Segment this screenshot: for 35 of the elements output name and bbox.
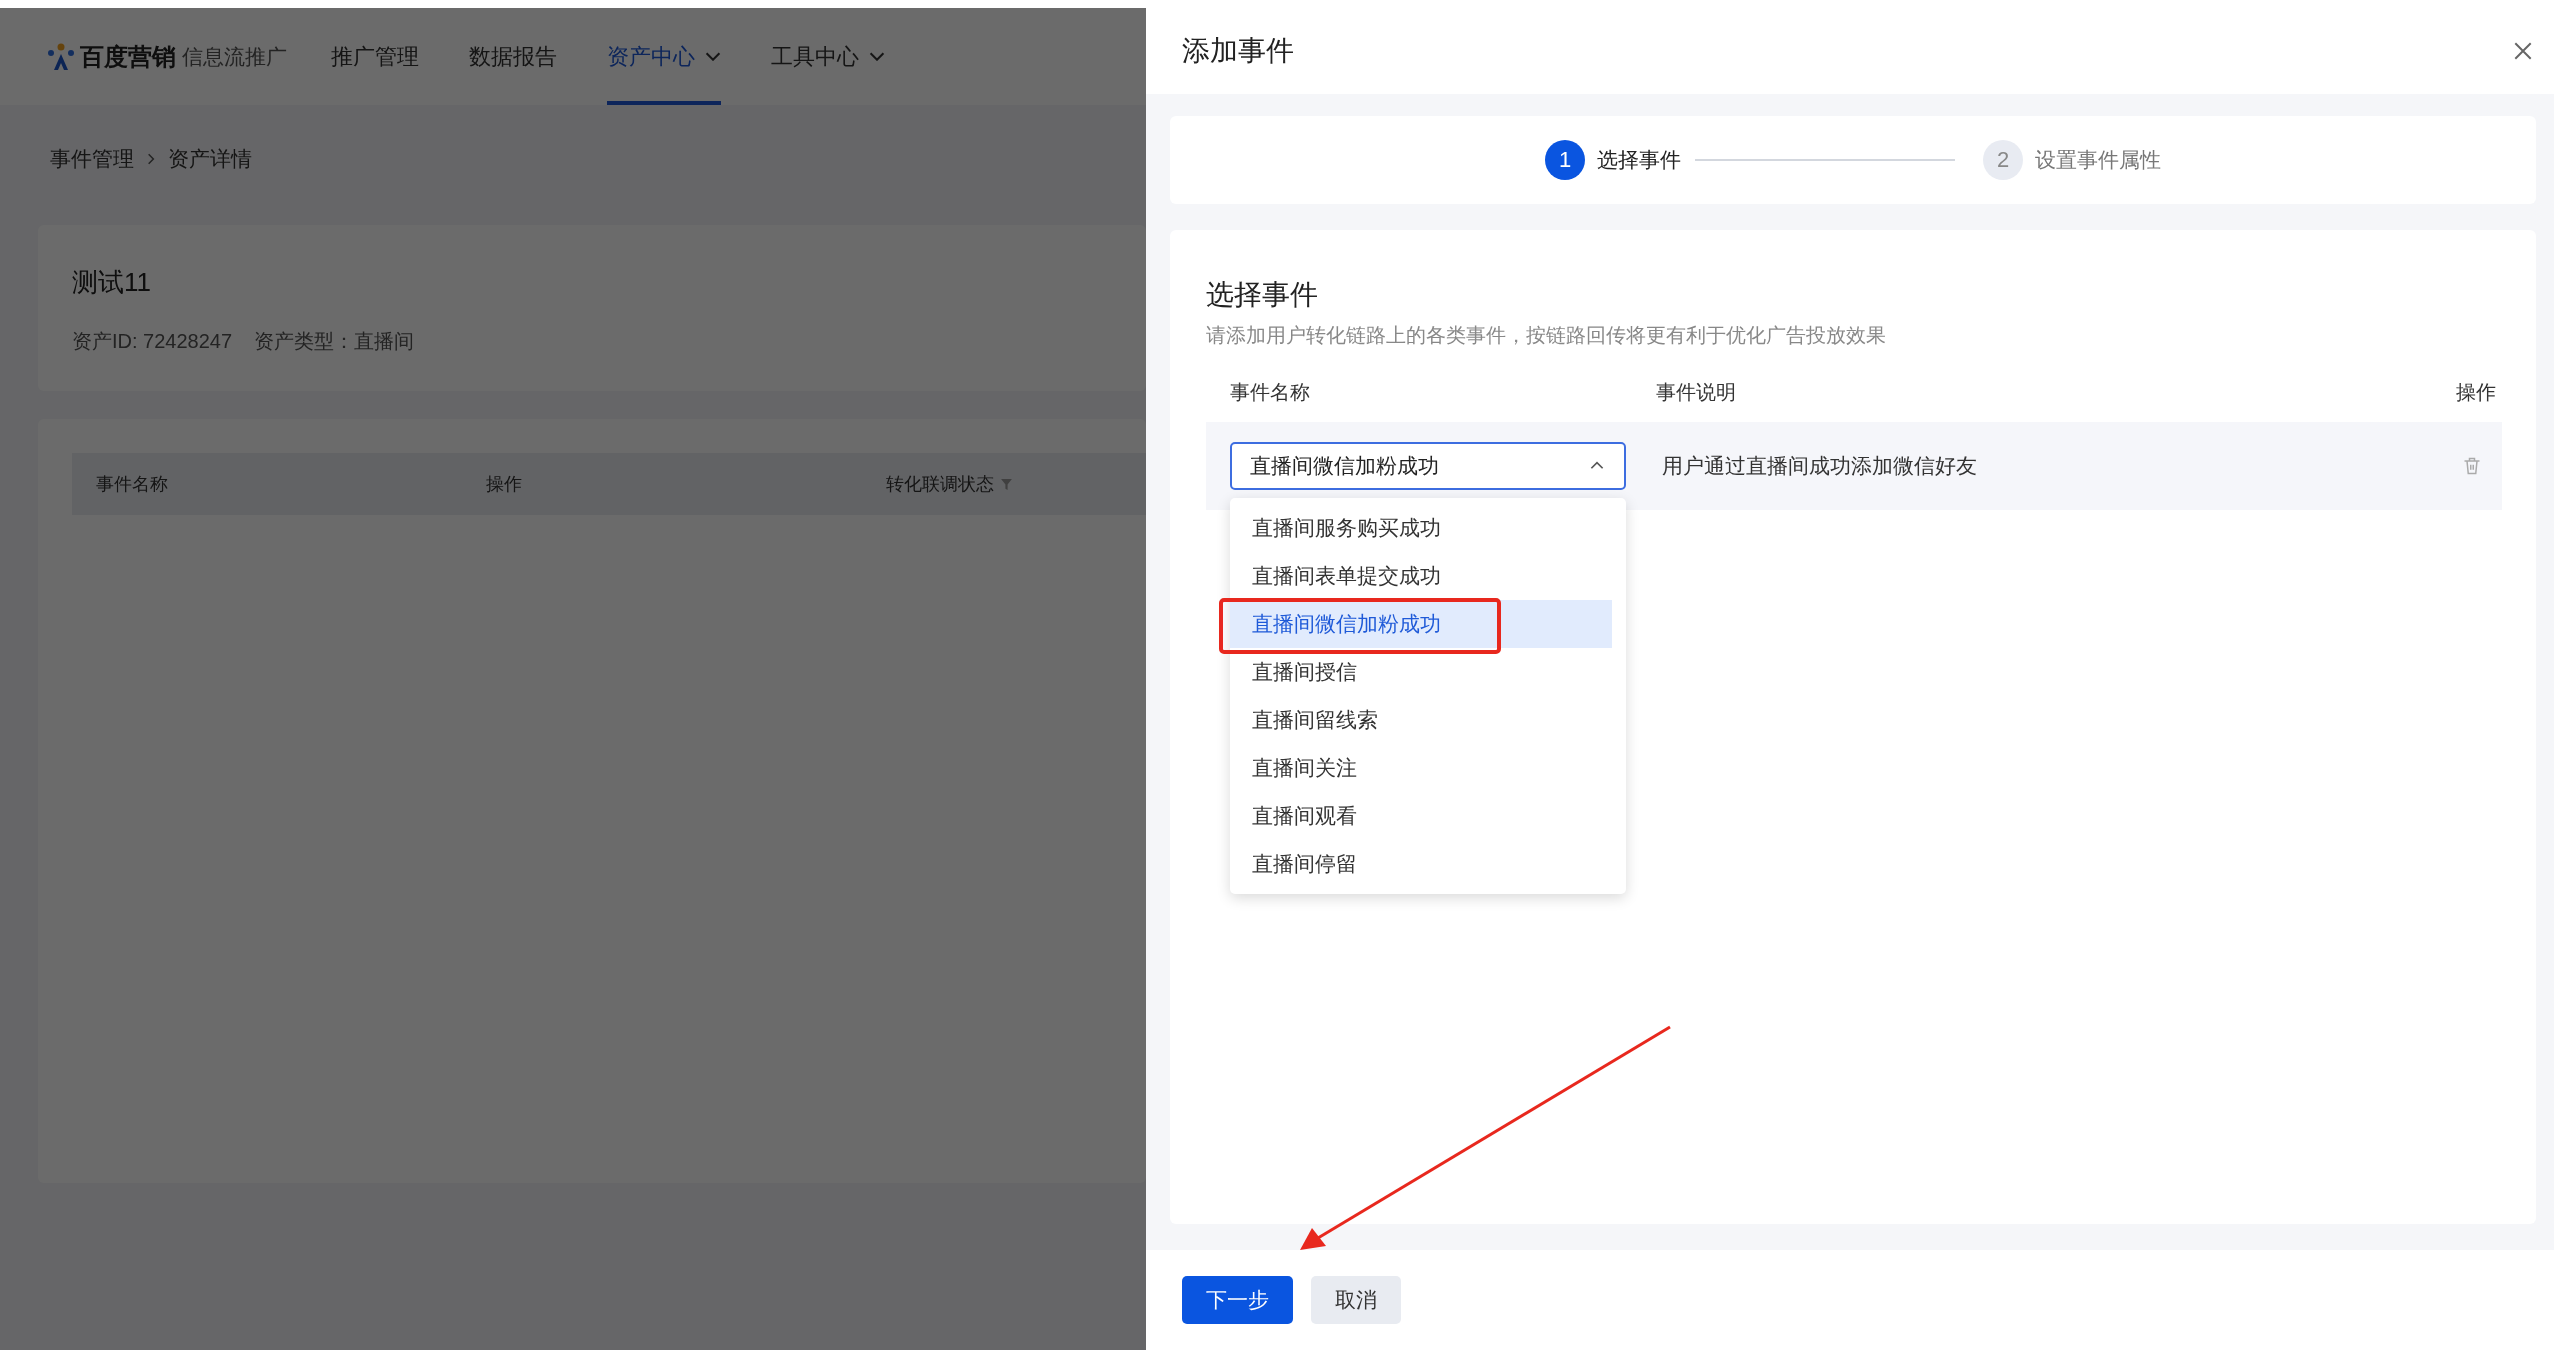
dropdown-option[interactable]: 直播间微信加粉成功 [1230,600,1612,648]
step-label: 选择事件 [1597,147,1681,173]
column-header: 转化联调状态 [886,473,994,496]
section-description: 请添加用户转化链路上的各类事件，按链路回传将更有利于优化广告投放效果 [1206,323,1887,348]
step-number: 2 [1983,140,2023,180]
dropdown-option[interactable]: 直播间服务购买成功 [1230,504,1612,552]
column-header: 事件名称 [1230,380,1311,405]
breadcrumb-current: 资产详情 [168,146,252,172]
trash-icon[interactable] [2462,456,2482,476]
logo-icon [46,41,76,72]
asset-title: 测试11 [72,266,152,299]
column-header: 操作 [2456,380,2497,405]
step-number: 1 [1545,140,1585,180]
product-name: 信息流推广 [182,43,287,70]
close-icon[interactable] [2512,40,2534,62]
next-button[interactable]: 下一步 [1182,1276,1293,1324]
cancel-button[interactable]: 取消 [1311,1276,1401,1324]
column-header: 操作 [486,473,522,496]
dropdown-option[interactable]: 直播间观看 [1230,792,1612,840]
asset-id: 资产ID: 72428247 [72,329,233,354]
step-label: 设置事件属性 [2035,147,2161,173]
dropdown-option[interactable]: 直播间留线索 [1230,696,1612,744]
dropdown-option[interactable]: 直播间停留 [1230,840,1612,888]
dropdown-option[interactable]: 直播间授信 [1230,648,1612,696]
event-description: 用户通过直播间成功添加微信好友 [1662,453,1978,479]
column-header: 事件名称 [96,473,168,496]
dropdown-option[interactable]: 直播间表单提交成功 [1230,552,1612,600]
dropdown-option[interactable]: 直播间关注 [1230,744,1612,792]
event-select[interactable]: 直播间微信加粉成功 [1230,442,1626,490]
logo-text: 百度营销 [80,41,176,72]
asset-type: 资产类型：直播间 [254,329,415,354]
section-title: 选择事件 [1206,278,1319,312]
column-header: 事件说明 [1656,380,1737,405]
drawer-title: 添加事件 [1182,34,1294,68]
filter-icon[interactable] [1000,477,1013,491]
